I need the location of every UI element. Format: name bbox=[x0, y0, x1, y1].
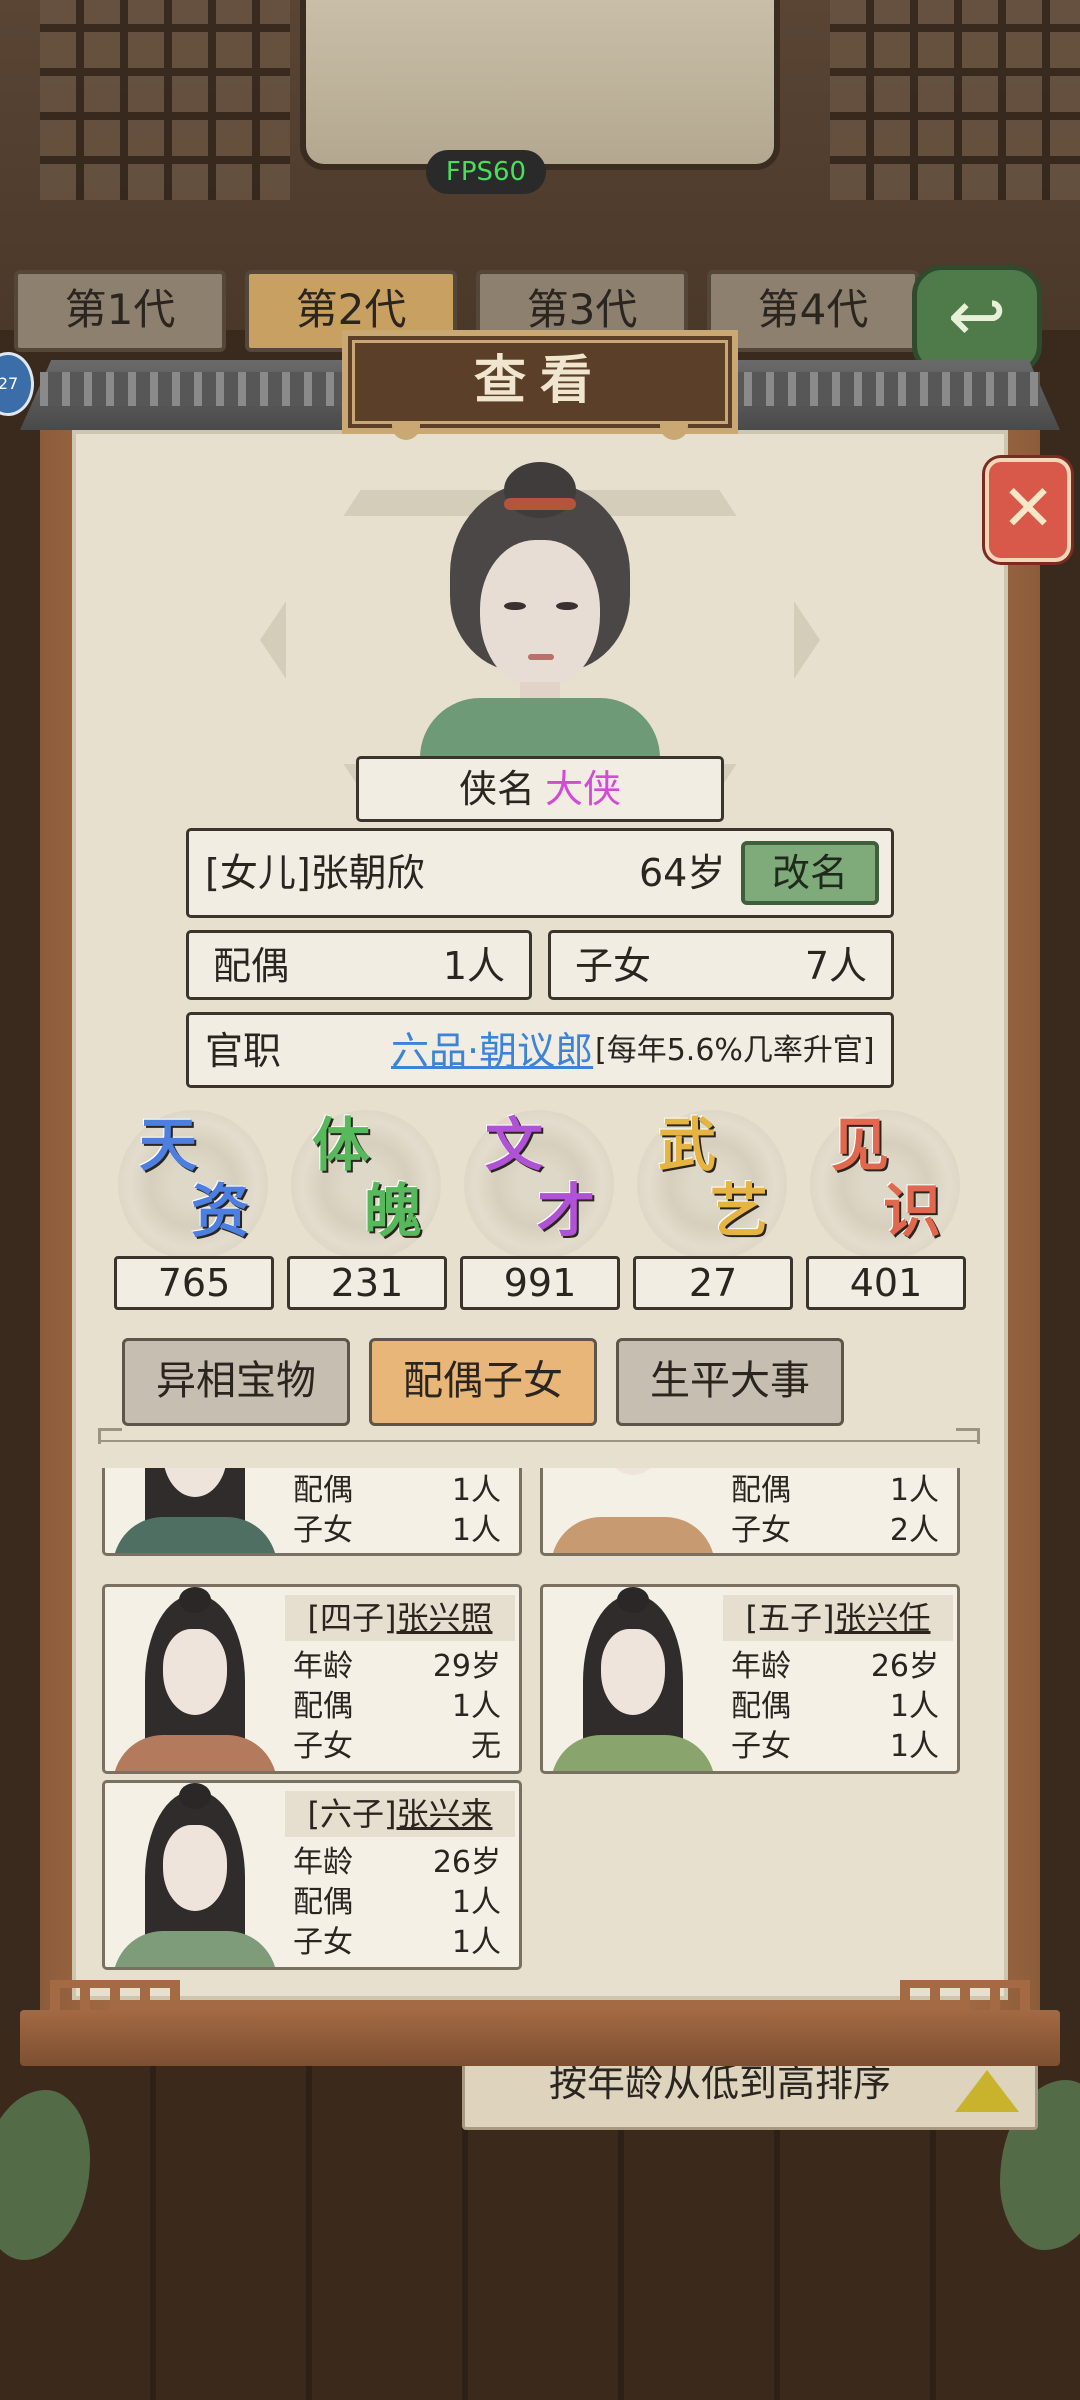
child-avatar bbox=[543, 1587, 723, 1771]
official-rank-link[interactable]: 六品·朝议郎 bbox=[391, 1025, 593, 1077]
attribute-value-physique: 231 bbox=[287, 1256, 447, 1310]
window-lattice-left bbox=[40, 0, 290, 200]
child-avatar bbox=[105, 1468, 285, 1553]
side-badge[interactable]: 27 bbox=[0, 352, 34, 416]
tab-spouse-children[interactable]: 配偶子女 bbox=[369, 1338, 597, 1426]
attribute-value-martial: 27 bbox=[633, 1256, 793, 1310]
character-age: 64岁 bbox=[639, 851, 726, 895]
spouse-box: 配偶 1人 bbox=[186, 930, 532, 1000]
sort-triangle-icon bbox=[955, 2070, 1019, 2112]
close-button[interactable]: ✕ bbox=[985, 458, 1071, 562]
nickname-box: 侠名 大侠 bbox=[356, 756, 724, 822]
child-card[interactable]: [六子]张兴来 年龄 26岁 配偶 1人 子女 1人 bbox=[102, 1780, 522, 1970]
fps-counter: FPS60 bbox=[426, 150, 546, 194]
attribute-label-literary: 文才 bbox=[485, 1111, 595, 1245]
nickname-label: 侠名 bbox=[458, 767, 535, 811]
child-title: [四子]张兴照 bbox=[285, 1595, 515, 1641]
attribute-value-literary: 991 bbox=[460, 1256, 620, 1310]
attribute-label-physique: 体魄 bbox=[312, 1111, 422, 1245]
attribute-value-knowledge: 401 bbox=[806, 1256, 966, 1310]
identity-box: [女儿]张朝欣 64岁 改名 bbox=[186, 828, 894, 918]
divider-corner-right bbox=[956, 1428, 980, 1444]
background-painting bbox=[300, 0, 780, 170]
character-name: [女儿]张朝欣 bbox=[205, 851, 425, 895]
tab-generation-4[interactable]: 第4代 bbox=[707, 270, 919, 352]
official-label: 官职 bbox=[205, 1029, 282, 1073]
attribute-label-talent: 天资 bbox=[139, 1111, 249, 1245]
child-title: [六子]张兴来 bbox=[285, 1791, 515, 1837]
children-box: 子女 7人 bbox=[548, 930, 894, 1000]
divider-corner-left bbox=[98, 1428, 122, 1444]
spouse-count: 1人 bbox=[442, 944, 505, 988]
character-portrait bbox=[420, 462, 660, 768]
window-lattice-right bbox=[830, 0, 1080, 200]
modal-frame-foot bbox=[20, 2010, 1060, 2066]
child-card[interactable]: [五子]张兴任 年龄 26岁 配偶 1人 子女 1人 bbox=[540, 1584, 960, 1774]
close-icon: ✕ bbox=[1001, 472, 1055, 546]
tab-treasures[interactable]: 异相宝物 bbox=[122, 1338, 350, 1426]
child-avatar bbox=[543, 1468, 723, 1553]
back-arrow-icon: ↩ bbox=[947, 275, 1007, 357]
child-card[interactable]: 配偶 1人 子女 1人 bbox=[102, 1468, 522, 1556]
child-card[interactable]: [四子]张兴照 年龄 29岁 配偶 1人 子女无 bbox=[102, 1584, 522, 1774]
nickname-value: 大侠 bbox=[545, 767, 622, 811]
child-avatar bbox=[105, 1587, 285, 1771]
attribute-label-knowledge: 见识 bbox=[831, 1111, 941, 1245]
tab-generation-1[interactable]: 第1代 bbox=[14, 270, 226, 352]
attribute-value-talent: 765 bbox=[114, 1256, 274, 1310]
back-button[interactable]: ↩ bbox=[912, 265, 1042, 375]
modal-title: 查看 bbox=[473, 351, 606, 411]
spouse-label: 配偶 bbox=[213, 944, 290, 988]
section-divider bbox=[98, 1440, 980, 1442]
attribute-label-martial: 武艺 bbox=[658, 1111, 768, 1245]
promotion-rate: [每年5.6%几率升官] bbox=[595, 1033, 875, 1068]
children-count: 7人 bbox=[804, 944, 867, 988]
children-list[interactable]: 配偶 1人 子女 1人 配偶 1人 子女 2人 [四子]张兴照 年龄 29岁 配偶 1人 子… bbox=[98, 1468, 982, 1978]
rename-button[interactable]: 改名 bbox=[741, 841, 879, 905]
child-card[interactable]: 配偶 1人 子女 2人 bbox=[540, 1468, 960, 1556]
tab-life-events[interactable]: 生平大事 bbox=[616, 1338, 844, 1426]
children-label: 子女 bbox=[575, 944, 652, 988]
child-title: [五子]张兴任 bbox=[723, 1595, 953, 1641]
child-avatar bbox=[105, 1783, 285, 1967]
modal-title-board: 查看 bbox=[342, 330, 738, 440]
official-box: 官职 六品·朝议郎 [每年5.6%几率升官] bbox=[186, 1012, 894, 1088]
